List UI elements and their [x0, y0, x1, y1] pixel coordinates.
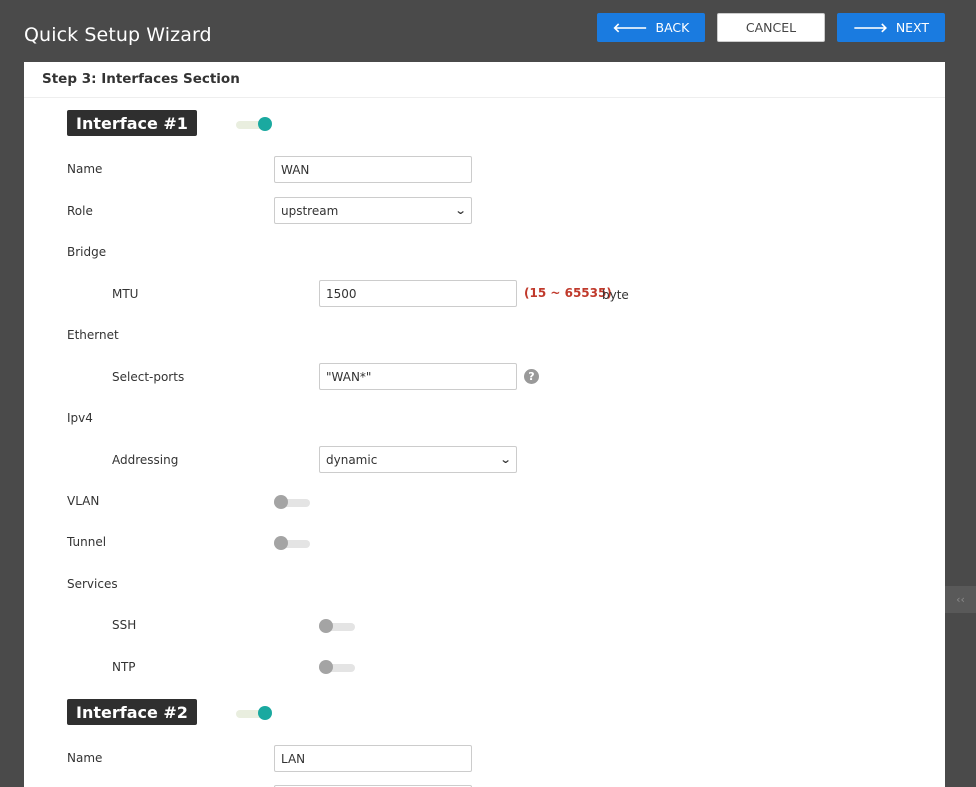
ntp-label: NTP [112, 660, 136, 674]
mtu-label: MTU [112, 287, 139, 301]
step-header: Step 3: Interfaces Section [24, 62, 945, 98]
name-label: Name [67, 162, 103, 176]
select-ports-input[interactable] [319, 363, 517, 390]
side-handle[interactable]: ‹‹ [945, 586, 976, 613]
back-button[interactable]: 🡐 BACK [597, 13, 705, 42]
arrow-left-icon: 🡐 [612, 20, 648, 36]
services-label: Services [67, 577, 118, 591]
vlan-label: VLAN [67, 494, 100, 508]
mtu-input[interactable] [319, 280, 517, 307]
ssh-label: SSH [112, 618, 137, 632]
mtu-unit: byte [602, 288, 629, 302]
bridge-label: Bridge [67, 245, 107, 259]
name-input[interactable] [274, 156, 472, 183]
cancel-button-label: CANCEL [745, 20, 797, 35]
select-ports-label: Select-ports [112, 370, 185, 384]
interface-1-enable-toggle[interactable] [236, 116, 272, 134]
mtu-range-hint: (15 ~ 65535) [524, 286, 612, 300]
addressing-select[interactable]: dynamic ⌄ [319, 446, 517, 473]
toggle-knob [258, 117, 272, 131]
next-button[interactable]: 🡒 NEXT [837, 13, 945, 42]
step-title: Step 3: Interfaces Section [42, 71, 240, 87]
wizard-title: Quick Setup Wizard [24, 24, 212, 46]
role-label: Role [67, 204, 93, 218]
toggle-knob [319, 660, 333, 674]
interface-2-enable-toggle[interactable] [236, 705, 272, 723]
toggle-knob [274, 495, 288, 509]
interface-1-badge: Interface #1 [67, 110, 197, 136]
interface-2-badge: Interface #2 [67, 699, 197, 725]
ssh-toggle[interactable] [319, 618, 355, 636]
ntp-toggle[interactable] [319, 659, 355, 677]
name-label: Name [67, 751, 103, 765]
tunnel-label: Tunnel [67, 535, 107, 549]
toggle-knob [258, 706, 272, 720]
ethernet-label: Ethernet [67, 328, 119, 342]
next-button-label: NEXT [895, 20, 930, 35]
wizard-panel: Step 3: Interfaces Section Interface #1 … [24, 62, 945, 787]
arrow-right-icon: 🡒 [852, 20, 888, 36]
chevron-down-icon: ⌄ [454, 204, 467, 217]
role-select-value: upstream [281, 203, 339, 218]
toggle-knob [319, 619, 333, 633]
top-bar: Quick Setup Wizard 🡐 BACK CANCEL 🡒 NEXT [0, 0, 976, 62]
role-select[interactable]: upstream ⌄ [274, 197, 472, 224]
ipv4-label: Ipv4 [67, 411, 93, 425]
addressing-select-value: dynamic [326, 452, 378, 467]
name-input[interactable] [274, 745, 472, 772]
tunnel-toggle[interactable] [274, 535, 310, 553]
help-icon[interactable]: ? [524, 369, 539, 384]
addressing-label: Addressing [112, 453, 179, 467]
back-button-label: BACK [655, 20, 690, 35]
vlan-toggle[interactable] [274, 494, 310, 512]
cancel-button[interactable]: CANCEL [717, 13, 825, 42]
chevron-down-icon: ⌄ [499, 453, 512, 466]
toggle-knob [274, 536, 288, 550]
